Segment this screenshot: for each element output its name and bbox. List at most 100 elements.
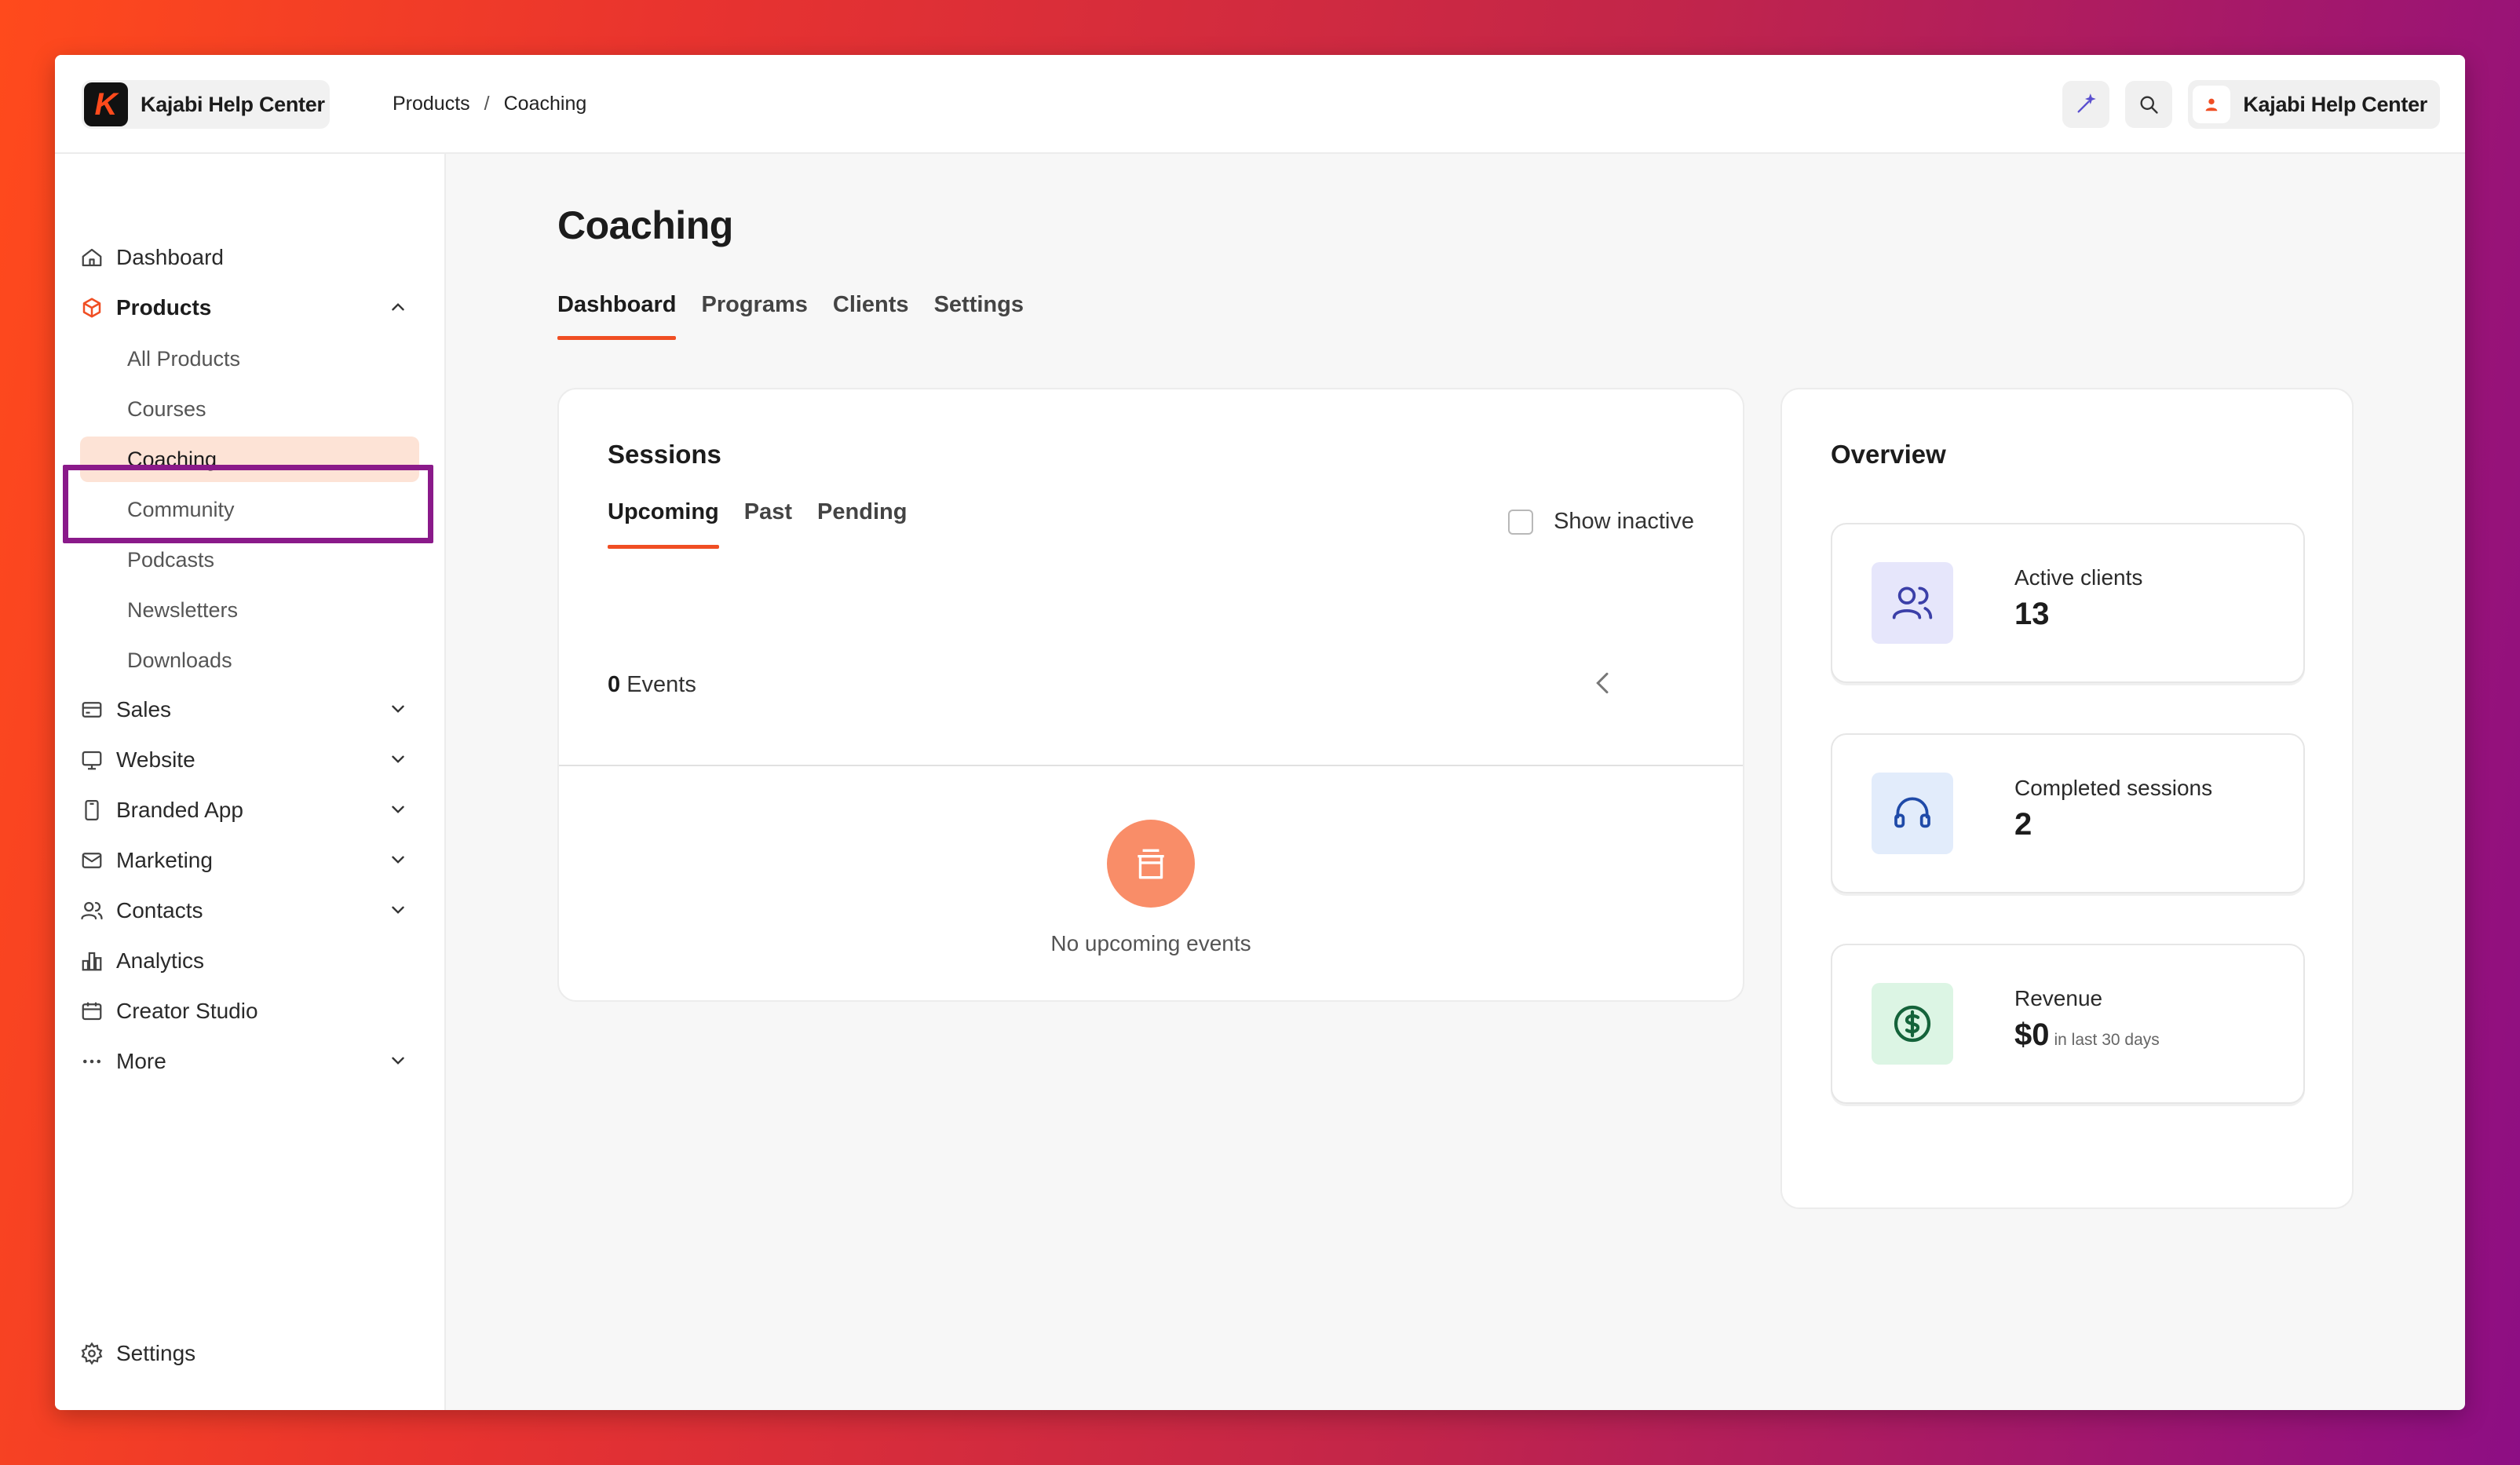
stat-label: Active clients bbox=[2014, 565, 2143, 590]
account-menu[interactable]: Kajabi Help Center bbox=[2188, 80, 2440, 129]
sidebar-item-branded-app[interactable]: Branded App bbox=[79, 788, 408, 832]
gear-icon bbox=[79, 1340, 105, 1367]
brand-name: Kajabi Help Center bbox=[141, 92, 325, 116]
sidebar-subitem-courses[interactable]: Courses bbox=[80, 386, 419, 432]
sidebar-item-label: Creator Studio bbox=[116, 999, 258, 1023]
magic-wand-icon bbox=[2077, 93, 2097, 113]
tab-pending[interactable]: Pending bbox=[817, 499, 907, 549]
sidebar-item-creator-studio[interactable]: Creator Studio bbox=[79, 989, 408, 1033]
user-icon bbox=[2205, 98, 2218, 111]
chevron-down-icon bbox=[392, 705, 404, 713]
breadcrumb: Products / Coaching bbox=[393, 93, 586, 115]
users-icon bbox=[79, 897, 105, 924]
site-switcher[interactable]: K Kajabi Help Center bbox=[82, 80, 330, 129]
chevron-down-icon bbox=[392, 906, 404, 914]
tab-clients[interactable]: Clients bbox=[833, 292, 909, 340]
tab-dashboard[interactable]: Dashboard bbox=[557, 292, 677, 340]
trash-icon bbox=[1138, 849, 1164, 879]
sidebar-item-sales[interactable]: Sales bbox=[79, 688, 408, 732]
sidebar-item-label: More bbox=[116, 1049, 166, 1073]
kajabi-logo-icon: K bbox=[84, 82, 128, 126]
stat-active-clients: Active clients 13 bbox=[1831, 523, 2305, 683]
empty-state-icon bbox=[1107, 820, 1195, 908]
headset-icon bbox=[1872, 773, 1953, 854]
search-icon bbox=[2140, 96, 2158, 114]
sidebar-item-label: Settings bbox=[116, 1341, 196, 1365]
ai-assistant-button[interactable] bbox=[2062, 81, 2110, 128]
home-icon bbox=[79, 244, 105, 271]
sessions-card: Sessions Upcoming Past Pending Show inac… bbox=[557, 388, 1744, 1002]
sidebar-item-marketing[interactable]: Marketing bbox=[79, 838, 408, 882]
sessions-tabs: Upcoming Past Pending bbox=[608, 499, 907, 549]
page-tabs: Dashboard Programs Clients Settings bbox=[557, 292, 1024, 340]
sidebar-item-label: Website bbox=[116, 747, 195, 772]
tab-settings[interactable]: Settings bbox=[934, 292, 1024, 340]
stat-revenue: Revenue $0 in last 30 days bbox=[1831, 944, 2305, 1104]
stat-value-suffix: in last 30 days bbox=[2054, 1031, 2160, 1049]
sidebar-item-dashboard[interactable]: Dashboard bbox=[79, 236, 408, 279]
chevron-up-icon bbox=[392, 303, 404, 311]
avatar bbox=[2193, 86, 2231, 123]
events-count: 0 Events bbox=[608, 672, 696, 698]
sidebar-item-website[interactable]: Website bbox=[79, 738, 408, 782]
card-icon bbox=[79, 696, 105, 723]
sidebar-item-settings[interactable]: Settings bbox=[79, 1332, 408, 1375]
monitor-icon bbox=[79, 747, 105, 773]
breadcrumb-coaching: Coaching bbox=[503, 93, 587, 115]
sidebar-item-label: Dashboard bbox=[116, 245, 224, 269]
dollar-icon bbox=[1872, 983, 1953, 1065]
sidebar-subitem-podcasts[interactable]: Podcasts bbox=[80, 537, 419, 583]
sidebar-item-label: Contacts bbox=[116, 898, 203, 922]
breadcrumb-products[interactable]: Products bbox=[393, 93, 470, 115]
sessions-title: Sessions bbox=[608, 440, 721, 469]
breadcrumb-separator: / bbox=[484, 93, 490, 115]
show-inactive-checkbox[interactable] bbox=[1508, 509, 1534, 535]
search-button[interactable] bbox=[2125, 81, 2173, 128]
sidebar: Dashboard Products All Products Courses … bbox=[55, 154, 446, 1410]
sidebar-item-label: Analytics bbox=[116, 948, 205, 973]
divider bbox=[559, 765, 1743, 766]
sidebar-item-products[interactable]: Products bbox=[79, 286, 408, 330]
sidebar-item-label: Sales bbox=[116, 697, 172, 722]
sidebar-item-label: Branded App bbox=[116, 798, 243, 822]
tab-programs[interactable]: Programs bbox=[701, 292, 807, 340]
stat-label: Completed sessions bbox=[2014, 776, 2213, 800]
account-name: Kajabi Help Center bbox=[2243, 92, 2427, 116]
stat-value: 13 bbox=[2014, 597, 2050, 631]
overview-card: Overview Active clients 13 Completed ses… bbox=[1780, 388, 2354, 1209]
sidebar-item-label: Products bbox=[116, 295, 212, 320]
more-icon bbox=[79, 1048, 105, 1075]
overview-title: Overview bbox=[1831, 440, 1946, 469]
calendar-icon bbox=[79, 998, 105, 1025]
events-count-label: Events bbox=[626, 672, 696, 697]
show-inactive-toggle[interactable]: Show inactive bbox=[1508, 509, 1694, 535]
chevron-down-icon bbox=[392, 1057, 404, 1065]
bar-chart-icon bbox=[79, 948, 105, 974]
top-bar: K Kajabi Help Center Products / Coaching bbox=[55, 55, 2465, 154]
sidebar-item-analytics[interactable]: Analytics bbox=[79, 939, 408, 983]
sidebar-item-more[interactable]: More bbox=[79, 1039, 408, 1083]
stat-value: 2 bbox=[2014, 807, 2032, 842]
sidebar-item-contacts[interactable]: Contacts bbox=[79, 889, 408, 933]
sidebar-subitem-downloads[interactable]: Downloads bbox=[80, 638, 419, 683]
chevron-down-icon bbox=[392, 856, 404, 864]
stat-value: $0 in last 30 days bbox=[2014, 1017, 2160, 1053]
app-window: K Kajabi Help Center Products / Coaching bbox=[55, 55, 2465, 1410]
stat-value-amount: $0 bbox=[2014, 1017, 2050, 1052]
top-actions: Kajabi Help Center bbox=[2062, 80, 2440, 129]
users-icon bbox=[1872, 562, 1953, 644]
sidebar-subitem-newsletters[interactable]: Newsletters bbox=[80, 587, 419, 633]
empty-state-text: No upcoming events bbox=[1050, 931, 1251, 955]
highlight-box bbox=[63, 465, 433, 543]
stat-completed-sessions: Completed sessions 2 bbox=[1831, 733, 2305, 893]
chevron-down-icon bbox=[392, 755, 404, 763]
box-icon bbox=[79, 294, 105, 321]
stat-label: Revenue bbox=[2014, 986, 2103, 1010]
sidebar-subitem-all-products[interactable]: All Products bbox=[80, 336, 419, 382]
chevron-left-icon[interactable] bbox=[1587, 667, 1619, 699]
tab-past[interactable]: Past bbox=[744, 499, 792, 549]
page-title: Coaching bbox=[557, 203, 733, 247]
tab-upcoming[interactable]: Upcoming bbox=[608, 499, 719, 549]
chevron-down-icon bbox=[392, 806, 404, 813]
events-count-value: 0 bbox=[608, 672, 621, 697]
